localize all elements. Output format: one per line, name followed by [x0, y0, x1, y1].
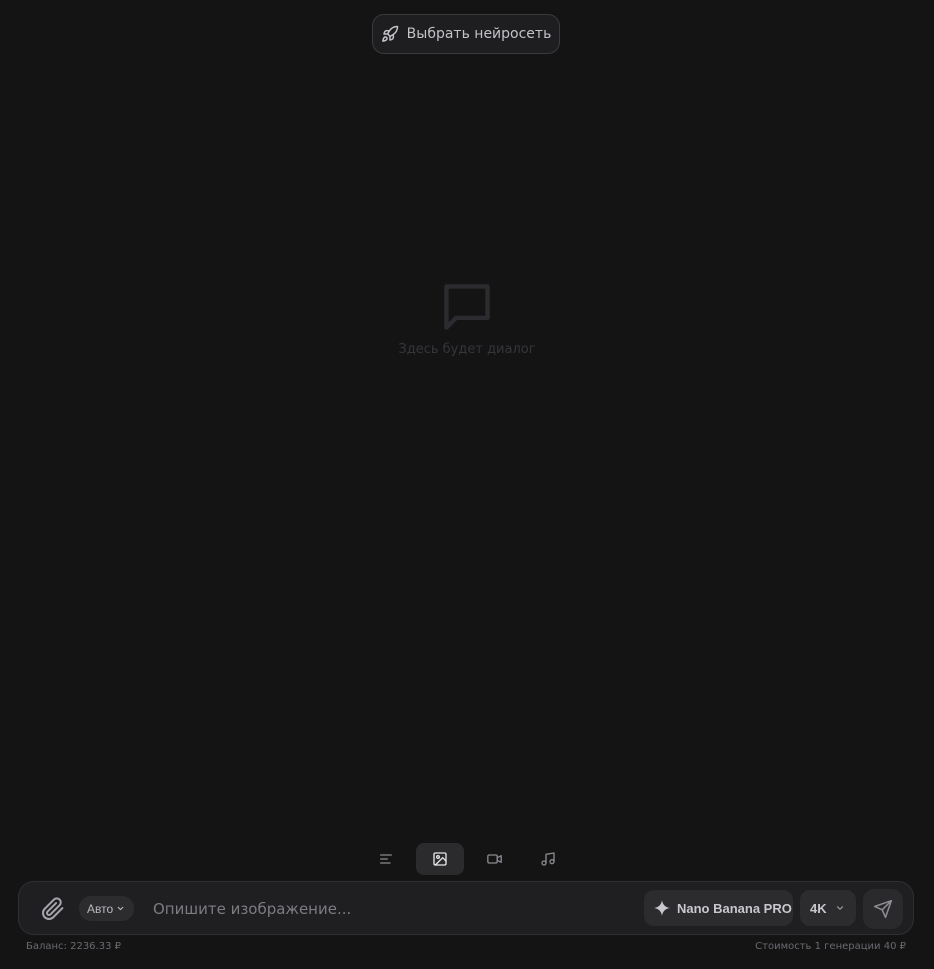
mode-video-button[interactable]: [470, 843, 518, 875]
quality-value: 4K: [810, 900, 827, 916]
mode-text-button[interactable]: [362, 843, 410, 875]
cost-text: Стоимость 1 генерации 40 ₽: [755, 941, 906, 952]
image-icon: [433, 852, 447, 866]
send-button[interactable]: [863, 889, 903, 929]
sparkle-icon: [654, 900, 670, 916]
empty-state: Здесь будет диалог: [0, 278, 934, 357]
prompt-input[interactable]: [153, 895, 633, 923]
text-lines-icon: [380, 854, 392, 864]
chat-bubble-icon: [438, 278, 496, 336]
model-chip-label: Nano Banana PRO: [677, 900, 792, 916]
mode-switcher: [0, 843, 934, 875]
choose-model-button[interactable]: Выбрать нейросеть: [372, 14, 560, 54]
empty-state-text: Здесь будет диалог: [398, 342, 536, 357]
chevron-down-icon: [836, 906, 843, 910]
chevron-down-icon: [117, 906, 124, 911]
app-root: Выбрать нейросеть Здесь будет диалог Авт…: [0, 0, 934, 969]
rocket-icon: [381, 25, 399, 43]
balance-text: Баланс: 2236.33 ₽: [26, 941, 121, 952]
aspect-ratio-select[interactable]: Авто: [79, 896, 135, 921]
aspect-ratio-value: Авто: [87, 901, 114, 916]
music-note-icon: [541, 852, 555, 866]
choose-model-label: Выбрать нейросеть: [406, 26, 552, 42]
video-camera-icon: [486, 854, 502, 864]
send-icon: [873, 899, 893, 919]
composer: Авто Nano Banana PRO 4K: [18, 881, 914, 935]
quality-select[interactable]: 4K: [800, 890, 856, 926]
mode-image-button[interactable]: [416, 843, 464, 875]
model-select-button[interactable]: Nano Banana PRO: [644, 890, 793, 926]
mode-audio-button[interactable]: [524, 843, 572, 875]
paperclip-icon[interactable]: [41, 897, 65, 921]
